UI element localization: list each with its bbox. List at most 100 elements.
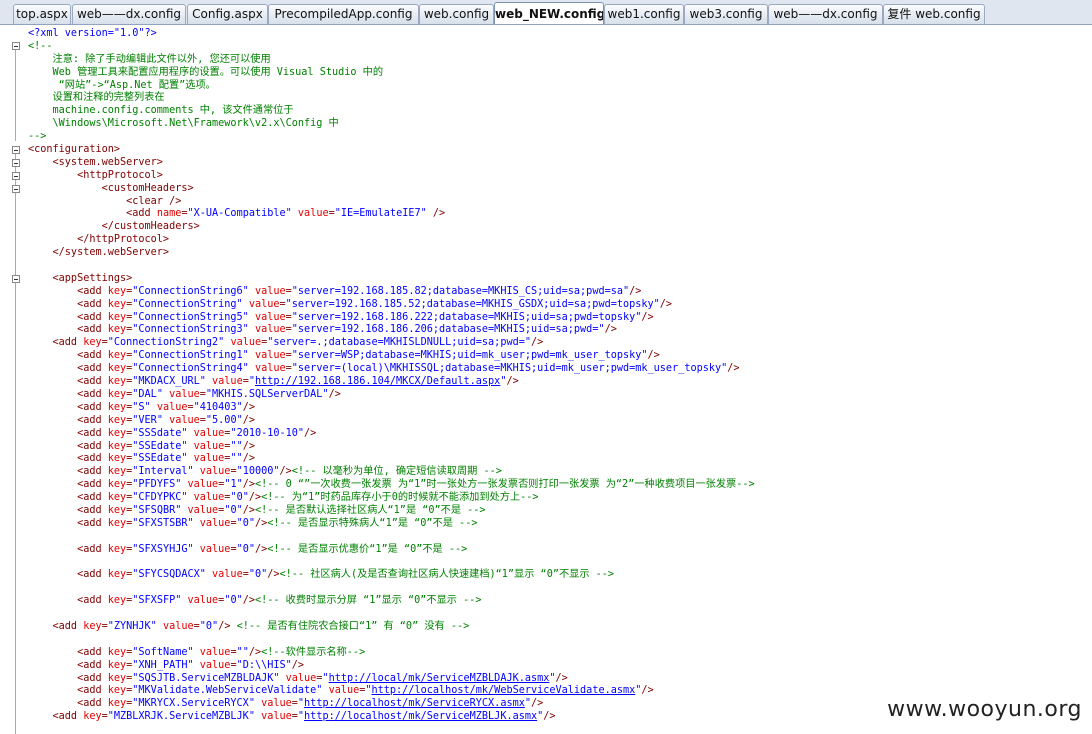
code-line: <add key="ConnectionString5" value="serv… [28,312,1088,325]
code-token: "S" [132,401,151,413]
code-token: value [254,311,286,323]
fold-toggle-icon[interactable] [12,172,20,180]
code-token: value [199,646,231,658]
tab-7[interactable]: web3.config [684,4,768,24]
fold-toggle-icon[interactable] [12,42,20,50]
code-token: "D:\\HIS" [236,659,292,671]
code-token: key [107,685,127,697]
code-token: <!-- 是否有住院农合接口“1” 有 “0” 没有 --> [236,620,470,632]
code-line: <add key="CFDYPKC" value="0"/><!-- 为“1”时… [28,492,1088,505]
tab-9[interactable]: 复件 web.config [883,4,985,24]
code-token: <add [28,685,108,697]
code-line: “网站”->“Asp.Net 配置”选项。 [28,80,1088,93]
code-token: "server=192.168.186.206;database=MKHIS;u… [291,324,605,336]
code-token: "IE=EmulateIE7" [334,208,427,220]
code-token: <add [28,517,108,529]
tab-2[interactable]: Config.aspx [187,4,268,24]
code-token: key [107,569,127,581]
code-token: "server=192.168.185.82;database=MKHIS_CS… [291,285,630,297]
code-link[interactable]: http://localhost/mk/ServiceMZBLJK.asmx [304,711,537,722]
code-line: <add key="SSSdate" value="2010-10-10"/> [28,428,1088,441]
code-token: "SSSdate" [132,427,188,439]
fold-toggle-icon[interactable] [12,185,20,193]
code-token: "MZBLXRJK.ServiceMZBLJK" [107,711,255,723]
code-token: <!-- 社区病人(及是否查询社区病人快速建档)“1”显示 “0”不显示 --> [279,569,615,581]
tab-6[interactable]: web1.config [604,4,684,24]
code-line: <customHeaders> [28,183,1088,196]
fold-toggle-icon[interactable] [12,275,20,283]
code-token: <add [28,298,108,310]
code-token: value [254,350,286,362]
code-token: key [107,492,127,504]
xml-source-text[interactable]: <?xml version="1.0"?> <!-- 注意: 除了手动编辑此文件以… [28,28,1088,724]
code-token: "" [230,440,243,452]
fold-toggle-icon[interactable] [12,146,20,154]
code-link[interactable]: http://192.168.186.104/MKCX/Default.aspx [255,376,500,387]
code-token: key [107,517,127,529]
code-token: "X-UA-Compatible" [187,208,292,220]
code-token: key [107,479,127,491]
code-token: </httpProtocol> [28,234,170,246]
code-token: value [212,569,243,581]
code-token: "SFXSFP" [132,595,182,607]
code-line: 设置和注释的完整列表在 [28,92,1088,105]
code-link[interactable]: http://local/mk/ServiceMZBLDAJK.asmx [329,673,550,684]
code-token: value [230,337,262,349]
code-token: “网站”->“Asp.Net 配置”选项。 [28,79,216,91]
code-token: "0" [224,504,243,516]
tab-5[interactable]: web_NEW.config [494,2,604,24]
code-token: <add [28,427,108,439]
code-token: "SoftName" [132,646,194,658]
code-line: <add name="X-UA-Compatible" value="IE=Em… [28,208,1088,221]
code-token: value [187,479,219,491]
code-token: "5.00" [205,414,243,426]
code-token: <add [28,620,84,632]
code-token: "XNH_PATH" [132,659,194,671]
code-token: value [187,504,219,516]
code-token: /> [543,711,556,723]
code-token: "0" [248,569,268,581]
code-token: key [107,324,127,336]
code-token: </customHeaders> [28,221,200,233]
code-token: value [254,363,286,375]
code-editor[interactable]: <?xml version="1.0"?> <!-- 注意: 除了手动编辑此文件以… [0,25,1092,734]
code-token: value [193,440,225,452]
code-token: /> [291,659,305,671]
code-token: "server=192.168.185.52;database=MKHIS_GS… [285,298,660,310]
code-token: value [212,376,243,388]
code-line: <add key="ConnectionString6" value="serv… [28,286,1088,299]
code-token: "SFXSYHJG" [132,543,194,555]
code-token: <add [28,698,108,710]
code-line: <add key="SSEdate" value=""/> [28,453,1088,466]
tab-0[interactable]: top.aspx [13,4,71,24]
code-token: /> [426,208,446,220]
code-token: /> [254,517,268,529]
tab-3[interactable]: PrecompiledApp.config [268,4,419,24]
code-token: value [193,492,225,504]
code-link[interactable]: http://localhost/mk/ServiceRYCX.asmx [304,698,525,709]
code-token: key [107,672,127,684]
tab-1[interactable]: web——dx.config [72,4,186,24]
fold-toggle-icon[interactable] [12,159,20,167]
code-token: /> [242,479,255,491]
code-token: 注意: 除了手动编辑此文件以外, 您还可以使用 [28,53,271,65]
code-token: "" [230,453,243,465]
code-token: <?xml version="1.0"?> [28,28,157,39]
fold-guide [15,49,16,141]
code-link[interactable]: http://localhost/mk/WebServiceValidate.a… [372,685,636,696]
code-token: value [254,285,286,297]
code-token: "2010-10-10" [230,427,305,439]
code-token: /> [254,543,268,555]
code-token: "SFSQBR" [132,504,182,516]
tab-8[interactable]: web——dx.config [768,4,883,24]
code-token: /> [304,427,317,439]
code-line: <add key="SFSQBR" value="0"/><!-- 是否默认选择… [28,505,1088,518]
code-token: key [107,659,127,671]
code-line: <clear /> [28,196,1088,209]
code-token: value [261,698,292,710]
code-line: machine.config.comments 中, 该文件通常位于 [28,105,1088,118]
tab-4[interactable]: web.config [419,4,494,24]
code-token: "Interval" [132,466,194,478]
